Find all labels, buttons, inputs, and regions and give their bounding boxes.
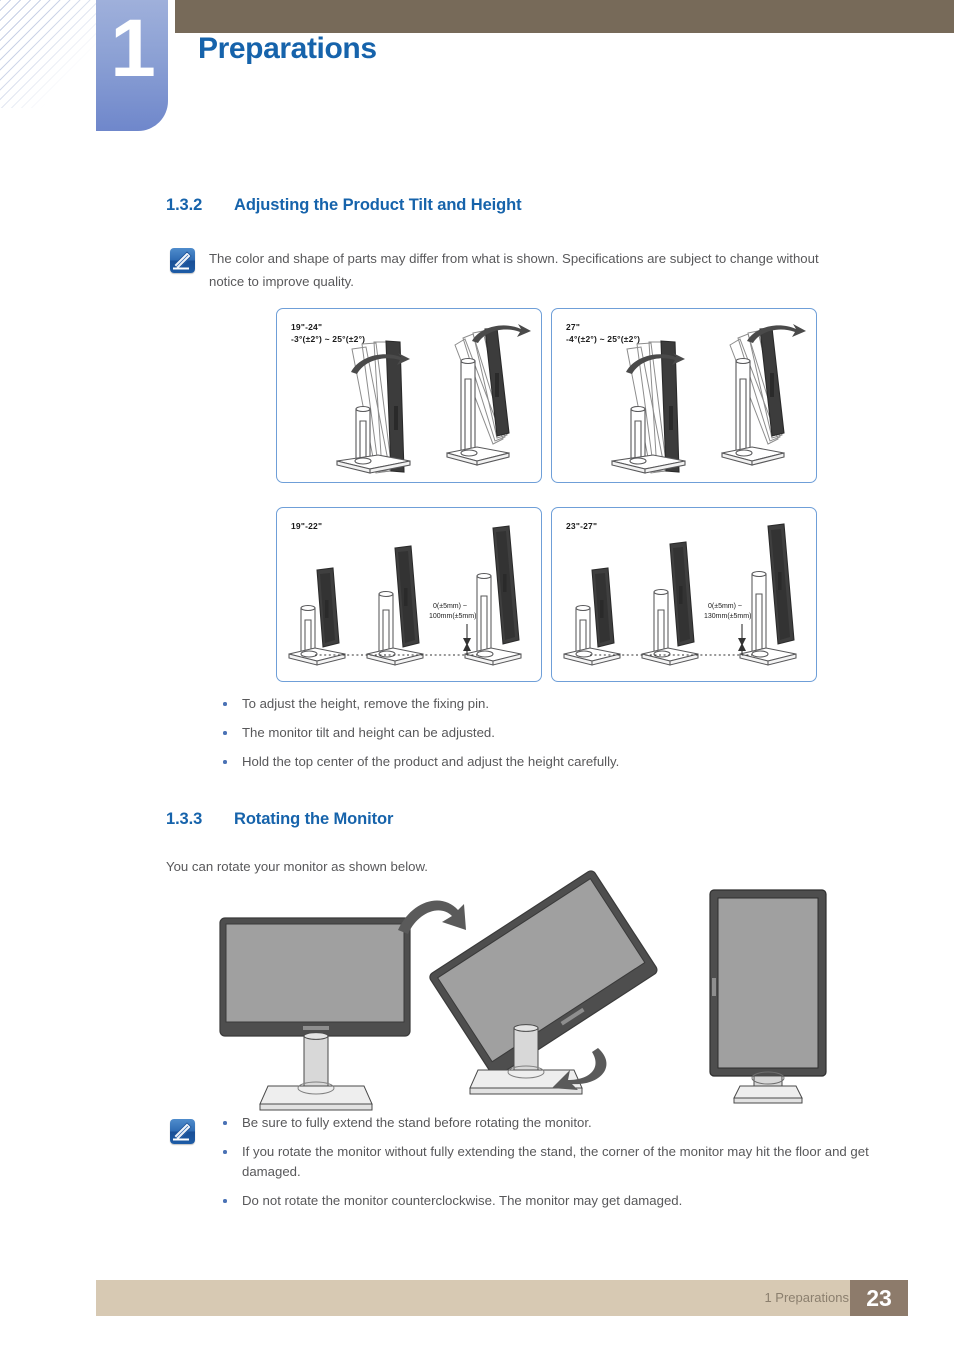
monitor-portrait xyxy=(709,889,827,1104)
list-item: The monitor tilt and height can be adjus… xyxy=(209,723,829,743)
section-title-133: Rotating the Monitor xyxy=(234,810,394,828)
height-range-line2: 100mm(±5mm) xyxy=(429,613,476,620)
figure-label-tilt-27: 27" -4°(±2°) ~ 25°(±2°) xyxy=(566,322,641,344)
figure-label-tilt-19-24: 19"-24" -3°(±2°) ~ 25°(±2°) xyxy=(291,322,366,344)
height-range-line2: 130mm(±5mm) xyxy=(704,613,751,620)
bullet-list-132: To adjust the height, remove the fixing … xyxy=(209,694,829,781)
bullet-list-133: Be sure to fully extend the stand before… xyxy=(209,1113,879,1220)
list-item: Do not rotate the monitor counterclockwi… xyxy=(209,1191,879,1211)
footer-section-label: 1 Preparations xyxy=(764,1290,849,1305)
figure-label-height-23-27: 23"-27" xyxy=(566,521,598,531)
page-number: 23 xyxy=(866,1284,892,1311)
section-number-133: 1.3.3 xyxy=(166,810,203,828)
list-item: If you rotate the monitor without fully … xyxy=(209,1142,879,1182)
height-range-line1: 0(±5mm) ~ xyxy=(708,603,742,610)
figure-illustration-height-19-22: 0(±5mm) ~ 100mm(±5mm) xyxy=(288,525,522,666)
height-range-line1: 0(±5mm) ~ xyxy=(433,603,467,610)
page-content: 1.3.2 Adjusting the Product Tilt and Heig… xyxy=(0,0,954,1350)
intro-text-133: You can rotate your monitor as shown bel… xyxy=(166,859,428,874)
section-heading-132: 1.3.2 Adjusting the Product Tilt and Heig… xyxy=(166,196,522,215)
list-item: To adjust the height, remove the fixing … xyxy=(209,694,829,714)
note-pen-icon-2 xyxy=(170,1119,195,1144)
figure-rotating-monitor xyxy=(200,870,880,1111)
section-heading-133: 1.3.3 Rotating the Monitor xyxy=(166,810,393,829)
section-number-132: 1.3.2 xyxy=(166,196,203,214)
rotate-arrow-clockwise-bottom-icon xyxy=(552,1048,607,1090)
figure-illustration-height-23-27: 0(±5mm) ~ 130mm(±5mm) xyxy=(563,523,797,666)
note-pen-icon xyxy=(170,248,195,273)
monitor-landscape xyxy=(219,917,411,1111)
monitor-tilted xyxy=(429,870,658,1077)
figure-height-23-27: 23"-27" 0(±5mm) ~ 130mm(±5mm) xyxy=(551,507,817,682)
figure-height-19-22: 19"-22" 0(±5mm) ~ 100mm(±5mm) xyxy=(276,507,542,682)
rotate-arrow-clockwise-icon xyxy=(398,900,466,934)
figure-label-height-19-22: 19"-22" xyxy=(291,521,323,531)
figure-tilt-19-24: 19"-24" -3°(±2°) ~ 25°(±2°) xyxy=(276,308,542,483)
note-text-132: The color and shape of parts may differ … xyxy=(209,251,819,289)
list-item: Hold the top center of the product and a… xyxy=(209,752,829,772)
list-item: Be sure to fully extend the stand before… xyxy=(209,1113,879,1133)
section-title-132: Adjusting the Product Tilt and Height xyxy=(234,196,522,214)
page-number-box: 23 xyxy=(850,1280,908,1316)
figure-tilt-27: 27" -4°(±2°) ~ 25°(±2°) xyxy=(551,308,817,483)
